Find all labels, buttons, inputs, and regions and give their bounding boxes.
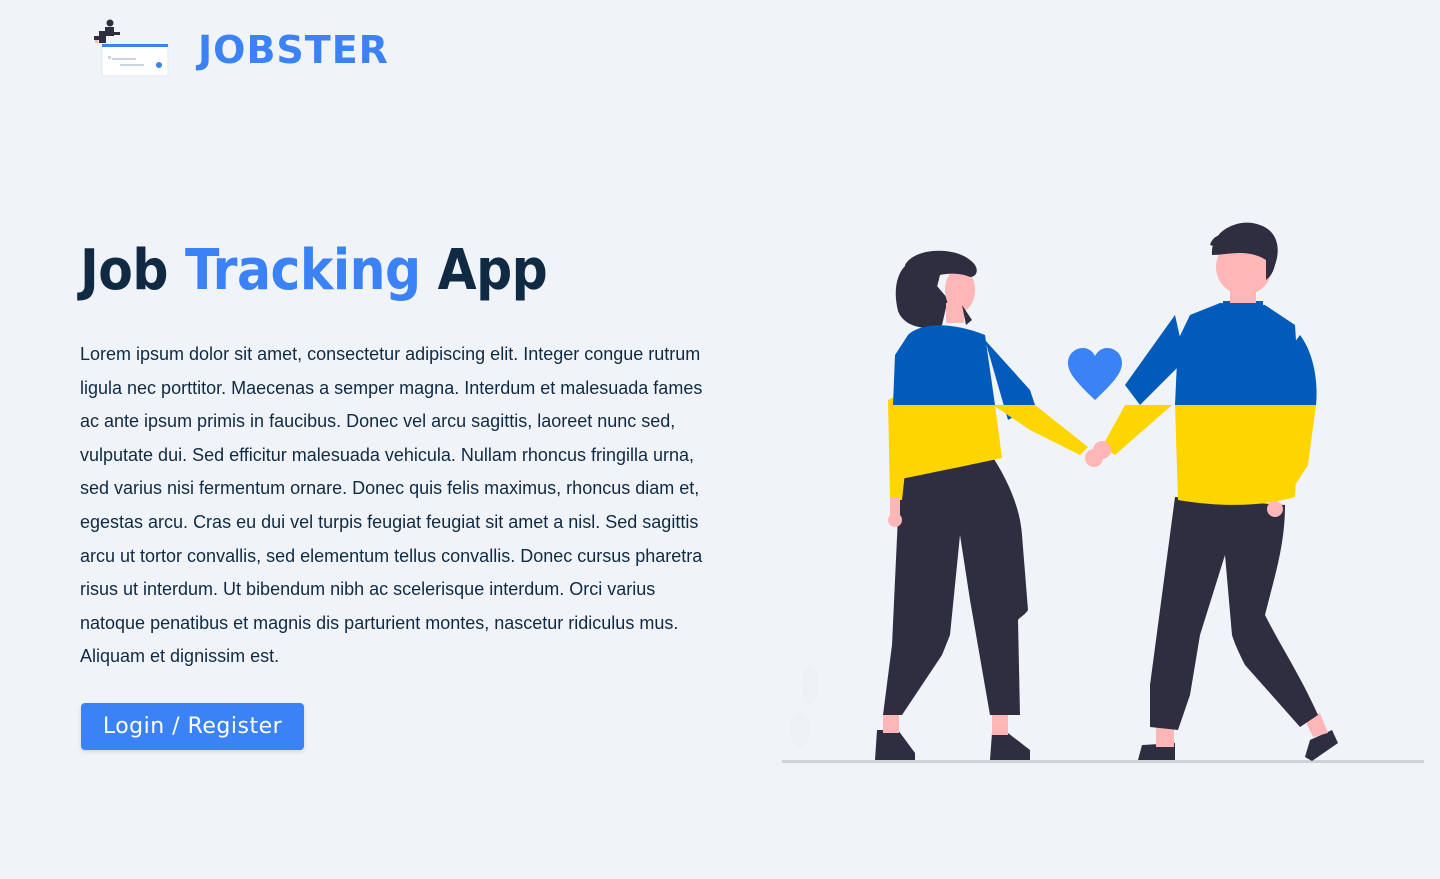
- man-figure: [1093, 222, 1338, 761]
- ground-line: [782, 760, 1424, 763]
- brand-name: JOBSTER: [198, 28, 389, 72]
- title-accent-tracking: Tracking: [184, 238, 421, 303]
- woman-figure: [875, 250, 1103, 760]
- title-part-app: App: [420, 238, 548, 303]
- heart-icon: [1068, 348, 1122, 400]
- logo-icon: [90, 18, 172, 82]
- navbar: JOBSTER: [90, 18, 389, 82]
- hero-description: Lorem ipsum dolor sit amet, consectetur …: [80, 344, 703, 667]
- login-register-button[interactable]: Login / Register: [81, 703, 304, 750]
- page-title: Job Tracking App: [80, 238, 548, 303]
- landing-page: JOBSTER Job Tracking App Lorem ipsum dol…: [0, 0, 1440, 879]
- title-part-job: Job: [80, 238, 185, 303]
- couple-illustration: [780, 215, 1430, 774]
